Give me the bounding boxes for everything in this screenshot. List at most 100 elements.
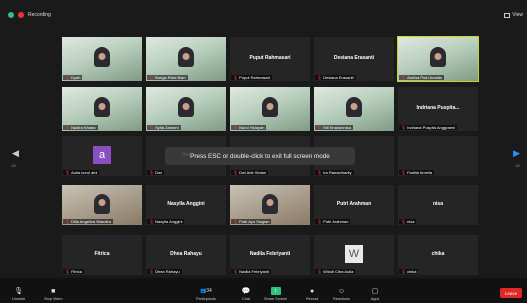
security-shield-icon[interactable] [8,12,14,18]
chat-label: Chat [241,297,251,301]
participant-name: Dilla Angelica Wandira [71,219,111,224]
participant-name: Bunga Rizki Bairi [155,75,186,80]
muted-mic-icon: 🎙 [401,269,407,274]
share-screen-icon: ↑ [270,287,281,295]
page-indicator-right: 1/2 [515,164,520,168]
participant-name: Dhea Rahayu [155,269,180,274]
participant-name: Indriana Puspita Anggraeni [407,125,456,130]
participant-name-label: 🎙 Dwi [147,170,164,175]
participant-tile[interactable]: Fitrica 🎙 Fitrica [62,235,142,275]
participant-tile[interactable]: 🎙 Fadilla Amelia [398,136,478,176]
muted-mic-icon: 🎙 [149,269,155,274]
muted-mic-icon: 🎙 [149,219,155,224]
chat-button[interactable]: 💬 Chat [241,287,251,301]
muted-mic-icon: 🎙 [317,125,323,130]
participant-face [182,102,190,110]
participant-name: Nurul Hidayah [239,125,265,130]
participant-tile[interactable]: chika 🎙 chika [398,235,478,275]
participants-button[interactable]: 👥 34 Participants [196,287,216,301]
reactions-button[interactable]: ☺ Reactions [333,287,350,302]
participant-tile[interactable]: Indriana Puspita... 🎙 Indriana Puspita Ang… [398,87,478,131]
participant-name-label: 🎙 Dwi Ade Wulan [231,170,269,175]
participant-name-label: 🎙 Ira Ramadhanty [315,170,354,175]
participant-tile[interactable]: W 🎙 Wilodi Citra Aulia [314,235,394,275]
unmute-button[interactable]: 🎙 Unmute [12,287,25,301]
participant-name: Fadilla Amelia [407,170,432,175]
participant-display-name: Nasylla Anggini [167,201,205,207]
participant-display-name: nisa [432,201,443,207]
participant-tile[interactable]: Putri Arahman 🎙 Putri Arahman [314,185,394,225]
participant-tile[interactable]: nisa 🎙 nisa [398,185,478,225]
participant-name: Fitrica [71,269,82,274]
muted-mic-icon: 🎙 [149,75,155,80]
participant-name: Syifa Zahrani [155,125,179,130]
participant-face [98,199,106,207]
participant-tile[interactable]: a 🎙 Aulia nurul aini [62,136,142,176]
participant-tile[interactable]: Nasylla Anggini 🎙 Nasylla Anggini [146,185,226,225]
recording-indicator[interactable]: Recording [8,12,51,18]
participant-tile[interactable]: Dhea Rahayu 🎙 Dhea Rahayu [146,235,226,275]
participant-name-label: 🎙 Annisa Putri Amalia [399,75,444,80]
next-page-arrow-icon[interactable]: ▶ [513,148,520,159]
participant-face [266,199,274,207]
participant-name-label: 🎙 Dhea Rahayu [147,269,182,274]
participant-name-label: 🎙 Bunga Rizki Bairi [147,75,188,80]
muted-mic-icon: 🎙 [149,170,155,175]
muted-mic-icon: 🎙 [317,269,323,274]
recording-label: Recording [28,12,51,18]
participant-tile[interactable]: 🎙 Siti Khairunnisa [314,87,394,131]
participant-face [98,102,106,110]
leave-button[interactable]: Leave [500,288,522,298]
participant-tile[interactable]: Desiana Erasanti 🎙 Desiana Erasanti [314,37,394,81]
page-indicator-left: 1/2 [11,164,16,168]
participant-tile[interactable]: 🎙 Nadira Khaira [62,87,142,131]
participant-display-name: Puput Rahmasari [249,54,291,61]
participant-tile[interactable]: Puput Rahmasari 🎙 Puput Rahmasari [230,37,310,81]
participant-tile[interactable]: 🎙 Bunga Rizki Bairi [146,37,226,81]
apps-button[interactable]: ▢ Apps [370,287,380,301]
participant-name-label: 🎙 Nadira Khaira [63,125,98,130]
stop-video-button[interactable]: ■ Stop Video [44,287,63,302]
participant-name: Annisa Putri Amalia [407,75,442,80]
unmute-label: Unmute [12,297,26,301]
microphone-muted-icon: 🎙 [14,288,24,295]
muted-mic-icon: 🎙 [401,75,407,80]
participant-tile[interactable]: 🎙 Dyah [62,37,142,81]
muted-mic-icon: 🎙 [401,125,407,130]
participant-name: Ira Ramadhanty [323,170,352,175]
participant-display-name: Putri Arahman [336,201,372,207]
participant-name-label: 🎙 Syifa Zahrani [147,125,181,130]
record-button[interactable]: ● Record [306,287,319,302]
previous-page-arrow-icon[interactable]: ◀ [12,148,19,159]
chat-bubble-icon: 💬 [241,288,251,295]
participant-name: chika [407,269,417,274]
muted-mic-icon: 🎙 [233,269,239,274]
participant-name-label: 🎙 Dilla Angelica Wandira [63,219,113,224]
record-label: Record [306,297,319,301]
participant-name-label: 🎙 Puput Rahmasari [231,75,272,80]
share-screen-button[interactable]: ↑ Share Screen [264,287,287,301]
participant-name-label: 🎙 Fitrica [63,269,84,274]
participant-name-label: 🎙 Putri Arahman [315,219,351,224]
participant-tile[interactable]: 🎙 Nurul Hidayah [230,87,310,131]
participant-name: Siti Khairunnisa [323,125,351,130]
apps-icon: ▢ [371,288,379,295]
participant-display-name: Indriana Puspita... [416,104,460,111]
participant-name: Wilodi Citra Aulia [323,269,354,274]
participant-tile[interactable]: Nadila Febriyanti 🎙 Nadila Febriyanti [230,235,310,275]
participant-tile[interactable]: 🎙 Annisa Putri Amalia [397,36,479,82]
muted-mic-icon: 🎙 [233,170,239,175]
participant-name: Desiana Erasanti [323,75,354,80]
reactions-icon: ☺ [337,287,346,295]
participant-name-label: 🎙 Wilodi Citra Aulia [315,269,356,274]
participant-display-name: chika [431,251,445,257]
participant-display-name: Dhea Rahayu [170,251,202,257]
participant-face [182,52,190,60]
participants-count: 34 [206,288,212,294]
fullscreen-toast: Press ESC or double-click to exit full s… [165,147,355,165]
participant-tile[interactable]: 🎙 Dilla Angelica Wandira [62,185,142,225]
muted-mic-icon: 🎙 [317,170,323,175]
view-button[interactable]: View [504,12,523,18]
participant-tile[interactable]: 🎙 Putri Ayu Siagian [230,185,310,225]
participant-tile[interactable]: 🎙 Syifa Zahrani [146,87,226,131]
